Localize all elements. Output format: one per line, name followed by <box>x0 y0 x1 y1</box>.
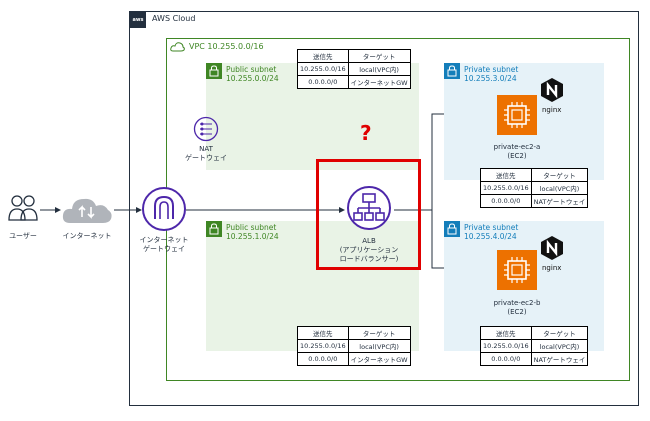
rt-header: ターゲット <box>530 326 589 340</box>
rt-cell: local(VPC内) <box>530 339 589 353</box>
user-label: ユーザー <box>9 232 37 240</box>
lock-icon <box>444 63 460 79</box>
ec2-type: (EC2) <box>507 308 527 316</box>
alb-label-line2: (アプリケーション <box>339 246 399 254</box>
ec2-name: private-ec2-b <box>493 299 541 307</box>
internet-gateway-icon <box>142 187 186 231</box>
subnet-name: Private subnet <box>464 65 519 74</box>
igw-label-line1: インターネット <box>139 236 189 244</box>
vpc-label: VPC 10.255.0.0/16 <box>189 42 264 51</box>
rt-cell: local(VPC内) <box>347 339 411 353</box>
route-table-public-b: 送信先 ターゲット 10.255.0.0/16 local(VPC内) 0.0.0.… <box>297 326 411 366</box>
rt-cell: 0.0.0.0/0 <box>480 194 532 208</box>
rt-header: 送信先 <box>480 326 532 340</box>
load-balancer-icon <box>347 186 391 230</box>
question-mark: ? <box>360 121 372 145</box>
rt-header: ターゲット <box>530 168 589 182</box>
subnet-cidr: 10.255.0.0/24 <box>226 74 279 83</box>
rt-cell: 10.255.0.0/16 <box>297 62 349 76</box>
rt-header: ターゲット <box>347 326 411 340</box>
rt-cell: NATゲートウェイ <box>530 352 589 366</box>
rt-cell: インターネットGW <box>347 352 411 366</box>
route-table-public-a: 送信先 ターゲット 10.255.0.0/16 local(VPC内) 0.0.0.… <box>297 49 411 89</box>
nginx-label: nginx <box>542 106 562 114</box>
rt-header: 送信先 <box>480 168 532 182</box>
subnet-name: Public subnet <box>226 65 277 74</box>
alb-label-line3: ロードバランサー) <box>339 255 399 263</box>
rt-cell: local(VPC内) <box>530 181 589 195</box>
internet-cloud-icon <box>62 198 112 223</box>
alb-label-line1: ALB <box>362 237 376 245</box>
rt-header: 送信先 <box>297 326 349 340</box>
rt-cell: 0.0.0.0/0 <box>480 352 532 366</box>
ec2-name: private-ec2-a <box>493 143 541 151</box>
rt-cell: インターネットGW <box>347 75 411 89</box>
internet-label: インターネット <box>62 232 112 240</box>
route-table-private-a: 送信先 ターゲット 10.255.0.0/16 local(VPC内) 0.0.0.… <box>480 168 589 208</box>
lock-icon <box>206 221 222 237</box>
users-icon <box>8 195 38 221</box>
aws-logo-icon: aws <box>130 12 146 28</box>
rt-cell: local(VPC内) <box>347 62 411 76</box>
rt-cell: 10.255.0.0/16 <box>480 181 532 195</box>
aws-cloud-label: AWS Cloud <box>152 14 196 23</box>
ec2-instance-icon <box>497 250 537 290</box>
nginx-logo-icon <box>541 78 563 102</box>
rt-cell: 10.255.0.0/16 <box>480 339 532 353</box>
rt-cell: 10.255.0.0/16 <box>297 339 349 353</box>
rt-header: 送信先 <box>297 49 349 63</box>
route-table-private-b: 送信先 ターゲット 10.255.0.0/16 local(VPC内) 0.0.0.… <box>480 326 589 366</box>
rt-cell: 0.0.0.0/0 <box>297 352 349 366</box>
ec2-instance-icon <box>497 95 537 135</box>
subnet-cidr: 10.255.3.0/24 <box>464 74 517 83</box>
rt-cell: 0.0.0.0/0 <box>297 75 349 89</box>
ec2-type: (EC2) <box>507 152 527 160</box>
lock-icon <box>444 221 460 237</box>
rt-cell: NATゲートウェイ <box>530 194 589 208</box>
nginx-label: nginx <box>542 264 562 272</box>
nat-gateway-icon <box>193 116 219 142</box>
subnet-name: Public subnet <box>226 223 277 232</box>
subnet-cidr: 10.255.1.0/24 <box>226 232 279 241</box>
lock-icon <box>206 63 222 79</box>
rt-header: ターゲット <box>347 49 411 63</box>
subnet-name: Private subnet <box>464 223 519 232</box>
vpc-cloud-icon <box>170 42 185 52</box>
subnet-cidr: 10.255.4.0/24 <box>464 232 517 241</box>
igw-label-line2: ゲートウェイ <box>143 245 185 253</box>
nat-label-line2: ゲートウェイ <box>185 154 227 162</box>
nginx-logo-icon <box>541 236 563 260</box>
nat-label-line1: NAT <box>199 145 213 153</box>
